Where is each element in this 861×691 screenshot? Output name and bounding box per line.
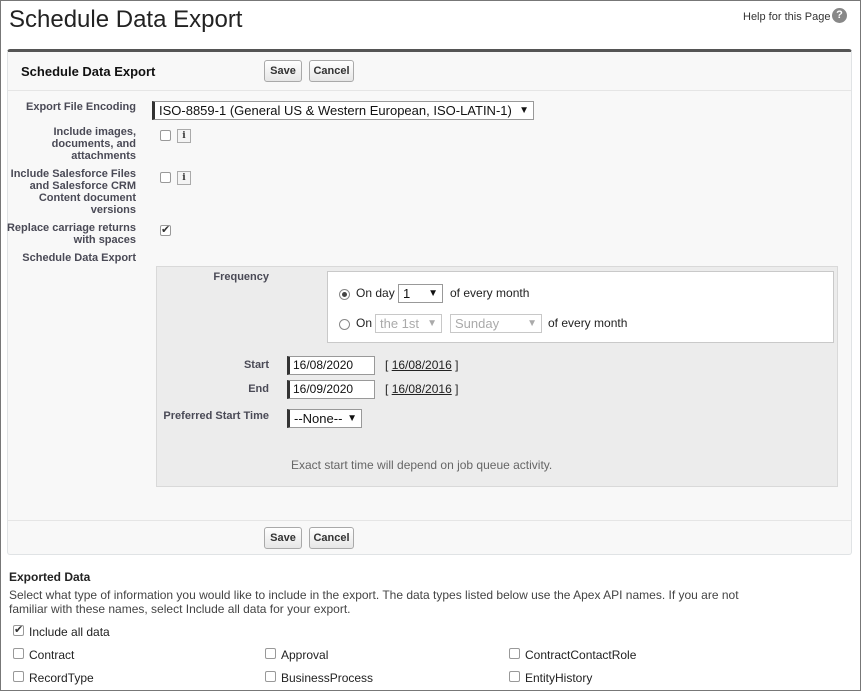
images-checkbox[interactable] (160, 130, 171, 141)
option-checkbox-recordtype[interactable] (13, 671, 24, 682)
files-checkbox[interactable] (160, 172, 171, 183)
on-label: On (356, 316, 373, 330)
replace-label: Replace carriage returns with spaces (6, 222, 136, 246)
option-label-recordtype: RecordType (29, 671, 94, 685)
day-select-value: 1 (403, 286, 411, 301)
option-checkbox-contract[interactable] (13, 648, 24, 659)
section-title: Schedule Data Export (21, 64, 156, 79)
save-button-bottom[interactable]: Save (264, 527, 302, 549)
include-all-checkbox[interactable] (13, 623, 24, 636)
images-label: Include images, documents, and attachmen… (51, 126, 136, 162)
option-label-entityhistory: EntityHistory (525, 671, 593, 685)
start-label: Start (243, 359, 269, 371)
preferred-time-value: --None-- (294, 411, 343, 426)
every-month-label: of every month (450, 286, 530, 300)
ordinal-select[interactable]: the 1st ▼ (375, 314, 442, 333)
every-month-label-2: of every month (548, 316, 628, 330)
on-day-label: On day (356, 286, 395, 300)
frequency-label: Frequency (213, 271, 269, 283)
option-checkbox-approval[interactable] (265, 648, 276, 659)
start-date-input[interactable]: 16/08/2020 (287, 356, 375, 375)
end-today-link: [ 16/08/2016 ] (385, 382, 458, 396)
chevron-down-icon: ▼ (527, 318, 537, 329)
bracket-close: ] (455, 358, 459, 372)
help-link[interactable]: Help for this Page (743, 11, 830, 23)
option-label-contract: Contract (29, 648, 75, 662)
exported-data-description: Select what type of information you woul… (9, 588, 739, 616)
chevron-down-icon: ▼ (428, 288, 438, 299)
files-label: Include Salesforce Files and Salesforce … (10, 168, 136, 216)
cancel-button-top[interactable]: Cancel (309, 60, 354, 82)
cancel-button-bottom[interactable]: Cancel (309, 527, 354, 549)
day-select[interactable]: 1 ▼ (398, 284, 443, 303)
weekday-select[interactable]: Sunday ▼ (450, 314, 542, 333)
option-checkbox-businessprocess[interactable] (265, 671, 276, 682)
bracket-open: [ (385, 358, 389, 372)
section-header-divider (8, 90, 851, 91)
preferred-time-select[interactable]: --None-- ▼ (287, 409, 362, 428)
include-all-label: Include all data (29, 625, 110, 639)
preferred-time-label: Preferred Start Time (163, 410, 269, 422)
exported-data-title: Exported Data (9, 570, 91, 584)
chevron-down-icon: ▼ (519, 105, 529, 116)
encoding-select-value: ISO-8859-1 (General US & Western Europea… (159, 103, 512, 118)
replace-checkbox[interactable] (160, 223, 171, 236)
on-day-radio[interactable] (339, 289, 350, 300)
option-label-businessprocess: BusinessProcess (281, 671, 374, 685)
ordinal-select-value: the 1st (380, 316, 420, 331)
bracket-close: ] (455, 382, 459, 396)
encoding-label: Export File Encoding (25, 101, 136, 113)
option-checkbox-contractcontactrole[interactable] (509, 648, 520, 659)
start-today-date-link[interactable]: 16/08/2016 (392, 358, 452, 372)
weekday-select-value: Sunday (455, 316, 500, 331)
start-time-note: Exact start time will depend on job queu… (291, 458, 553, 472)
schedule-label: Schedule Data Export (22, 252, 136, 264)
section-footer-divider (8, 520, 851, 521)
end-date-input[interactable]: 16/09/2020 (287, 380, 375, 399)
option-label-approval: Approval (281, 648, 329, 662)
info-icon[interactable]: i (177, 129, 191, 143)
question-circle-icon[interactable]: ? (832, 8, 847, 23)
on-weekday-radio[interactable] (339, 319, 350, 330)
bracket-open: [ (385, 382, 389, 396)
option-checkbox-entityhistory[interactable] (509, 671, 520, 682)
chevron-down-icon: ▼ (427, 318, 437, 329)
info-icon[interactable]: i (177, 171, 191, 185)
end-today-date-link[interactable]: 16/08/2016 (392, 382, 452, 396)
encoding-select[interactable]: ISO-8859-1 (General US & Western Europea… (152, 101, 534, 120)
save-button-top[interactable]: Save (264, 60, 302, 82)
chevron-down-icon: ▼ (347, 413, 357, 424)
start-today-link: [ 16/08/2016 ] (385, 358, 458, 372)
end-label: End (248, 383, 269, 395)
option-label-contractcontactrole: ContractContactRole (525, 648, 637, 662)
page-title: Schedule Data Export (9, 6, 243, 33)
